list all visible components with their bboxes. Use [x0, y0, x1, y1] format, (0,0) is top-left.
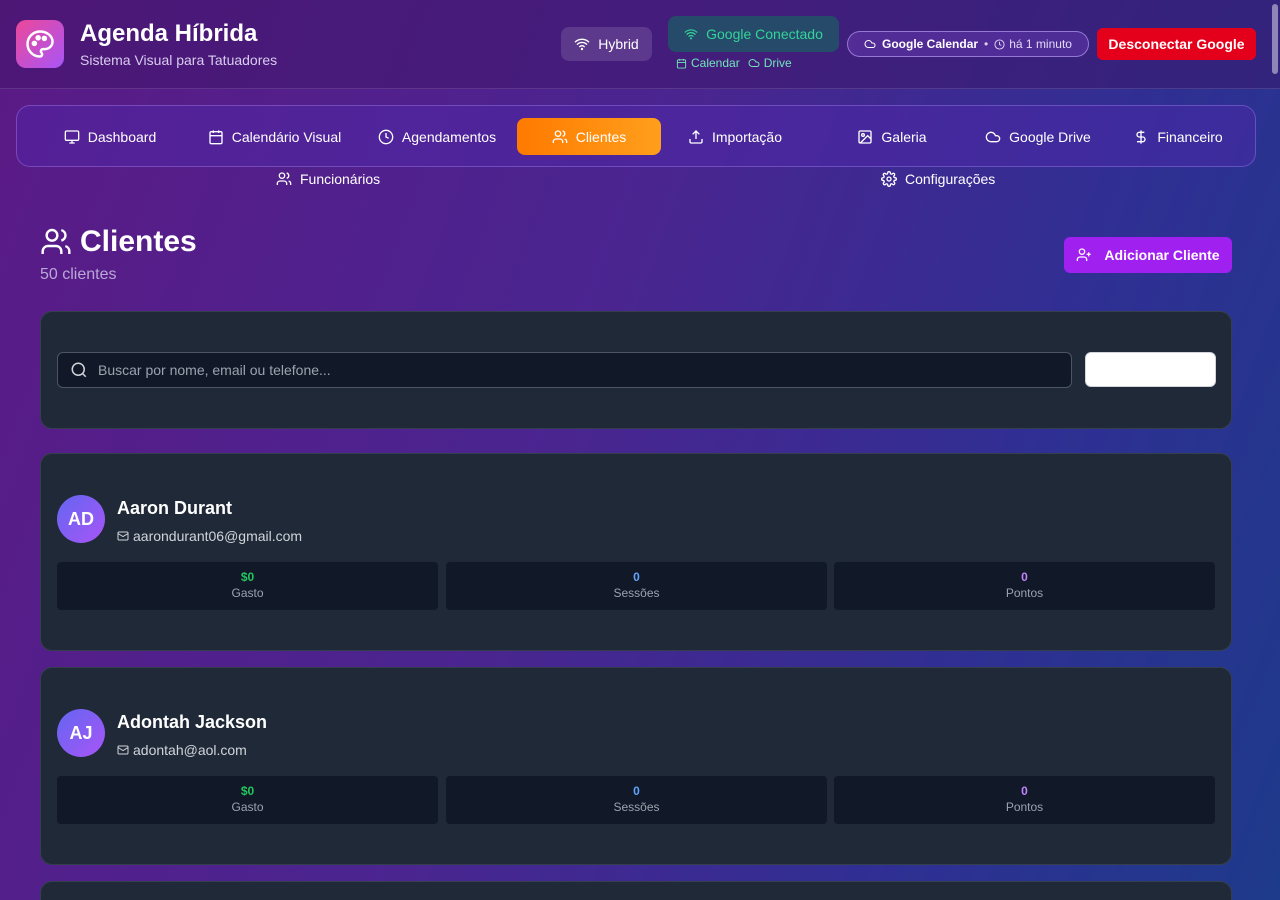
- tab-label: Dashboard: [87, 128, 157, 145]
- client-email-text: aarondurant06@gmail.com: [133, 528, 303, 544]
- filter-select[interactable]: [1085, 352, 1216, 387]
- clock-icon: [378, 129, 394, 145]
- tab-clientes[interactable]: Clientes: [517, 118, 661, 155]
- settings-icon: [881, 171, 897, 187]
- google-services: Calendar Drive: [676, 56, 792, 70]
- sync-separator: •: [984, 37, 989, 51]
- scrollbar-thumb[interactable]: [1272, 4, 1278, 74]
- stat-label: Pontos: [1005, 800, 1044, 814]
- stat-points: 0 Pontos: [834, 562, 1215, 610]
- google-connected-badge[interactable]: Google Conectado: [668, 16, 839, 52]
- tab-label: Importação: [711, 128, 783, 145]
- tab-importacao[interactable]: Importação: [675, 118, 795, 155]
- stat-label: Pontos: [1005, 586, 1044, 600]
- main-nav: Dashboard Calendário Visual Agendamentos…: [16, 105, 1256, 167]
- tab-galeria[interactable]: Galeria: [827, 118, 957, 155]
- client-email-text: adontah@aol.com: [133, 742, 247, 758]
- client-email: aarondurant06@gmail.com: [117, 528, 302, 544]
- scrollbar[interactable]: [1270, 0, 1280, 900]
- search-field[interactable]: [57, 352, 1072, 388]
- sync-time-label: há 1 minuto: [1009, 37, 1072, 51]
- sync-status-pill: Google Calendar • há 1 minuto: [847, 31, 1089, 57]
- client-name: Adontah Jackson: [117, 712, 268, 732]
- tab-configuracoes[interactable]: Configurações: [881, 170, 995, 188]
- stat-value: 0: [1021, 784, 1028, 798]
- client-name: Aaron Durant: [117, 498, 233, 518]
- page-title-text: Clientes: [80, 225, 197, 258]
- tab-agendamentos[interactable]: Agendamentos: [362, 118, 512, 155]
- cloud-icon: [864, 38, 876, 50]
- stat-sessions: 0 Sessões: [446, 562, 827, 610]
- app-subtitle: Sistema Visual para Tatuadores: [80, 52, 278, 68]
- tab-label: Configurações: [905, 171, 996, 187]
- page-title: Clientes: [40, 225, 197, 259]
- client-card[interactable]: AJ Adontah Jackson adontah@aol.com $0 Ga…: [40, 667, 1232, 865]
- client-email: adontah@aol.com: [117, 742, 247, 758]
- mode-toggle-button[interactable]: Hybrid: [561, 27, 652, 61]
- monitor-icon: [64, 129, 80, 145]
- tab-financeiro[interactable]: Financeiro: [1115, 118, 1241, 155]
- client-count: 50 clientes: [40, 266, 117, 283]
- top-header: Agenda Híbrida Sistema Visual para Tatua…: [0, 0, 1280, 89]
- tab-label: Google Drive: [1009, 128, 1091, 145]
- stat-value: 0: [1021, 570, 1028, 584]
- tab-label: Agendamentos: [401, 128, 497, 145]
- upload-icon: [688, 129, 704, 145]
- wifi-icon: [574, 36, 590, 52]
- disconnect-google-button[interactable]: Desconectar Google: [1097, 28, 1256, 60]
- stat-value: 0: [633, 570, 640, 584]
- tab-label: Funcionários: [300, 171, 381, 187]
- client-card[interactable]: [40, 881, 1232, 900]
- stat-label: Gasto: [231, 800, 264, 814]
- cloud-icon: [748, 57, 760, 69]
- stat-sessions: 0 Sessões: [446, 776, 827, 824]
- search-input[interactable]: [98, 362, 998, 378]
- calendar-icon: [676, 58, 687, 69]
- mode-label: Hybrid: [598, 36, 639, 52]
- tab-google-drive[interactable]: Google Drive: [963, 118, 1113, 155]
- user-plus-icon: [1076, 247, 1092, 263]
- stat-value: $0: [240, 784, 255, 798]
- stat-spent: $0 Gasto: [57, 776, 438, 824]
- stat-label: Gasto: [231, 586, 264, 600]
- dollar-icon: [1133, 129, 1149, 145]
- add-client-button[interactable]: Adicionar Cliente: [1064, 237, 1232, 273]
- tab-calendario-visual[interactable]: Calendário Visual: [177, 118, 372, 155]
- tab-label: Financeiro: [1157, 128, 1223, 145]
- mail-icon: [117, 744, 129, 756]
- service-drive-label: Drive: [763, 56, 792, 70]
- tab-label: Calendário Visual: [231, 128, 342, 145]
- users-icon: [40, 226, 72, 258]
- stat-spent: $0 Gasto: [57, 562, 438, 610]
- service-calendar-label: Calendar: [691, 56, 740, 70]
- sync-service-label: Google Calendar: [882, 37, 979, 51]
- tab-funcionarios[interactable]: Funcionários: [276, 170, 380, 188]
- avatar: AD: [57, 495, 105, 543]
- add-client-label: Adicionar Cliente: [1104, 247, 1220, 263]
- avatar: AJ: [57, 709, 105, 757]
- wifi-icon: [684, 27, 698, 41]
- stat-value: 0: [633, 784, 640, 798]
- search-icon: [70, 361, 88, 379]
- tab-label: Galeria: [881, 128, 927, 145]
- app-title: Agenda Híbrida: [80, 20, 258, 47]
- stat-value: $0: [240, 570, 255, 584]
- cloud-icon: [985, 129, 1001, 145]
- client-card[interactable]: AD Aaron Durant aarondurant06@gmail.com …: [40, 453, 1232, 651]
- users-icon: [276, 171, 292, 187]
- calendar-icon: [208, 129, 224, 145]
- image-icon: [857, 129, 873, 145]
- clock-icon: [994, 38, 1005, 50]
- mail-icon: [117, 530, 129, 542]
- tab-dashboard[interactable]: Dashboard: [33, 118, 187, 155]
- stat-label: Sessões: [613, 586, 660, 600]
- palette-icon: [16, 20, 64, 68]
- google-status-label: Google Conectado: [706, 26, 823, 42]
- users-icon: [552, 129, 568, 145]
- stat-label: Sessões: [613, 800, 660, 814]
- stat-points: 0 Pontos: [834, 776, 1215, 824]
- tab-label: Clientes: [575, 128, 627, 145]
- search-card: [40, 311, 1232, 429]
